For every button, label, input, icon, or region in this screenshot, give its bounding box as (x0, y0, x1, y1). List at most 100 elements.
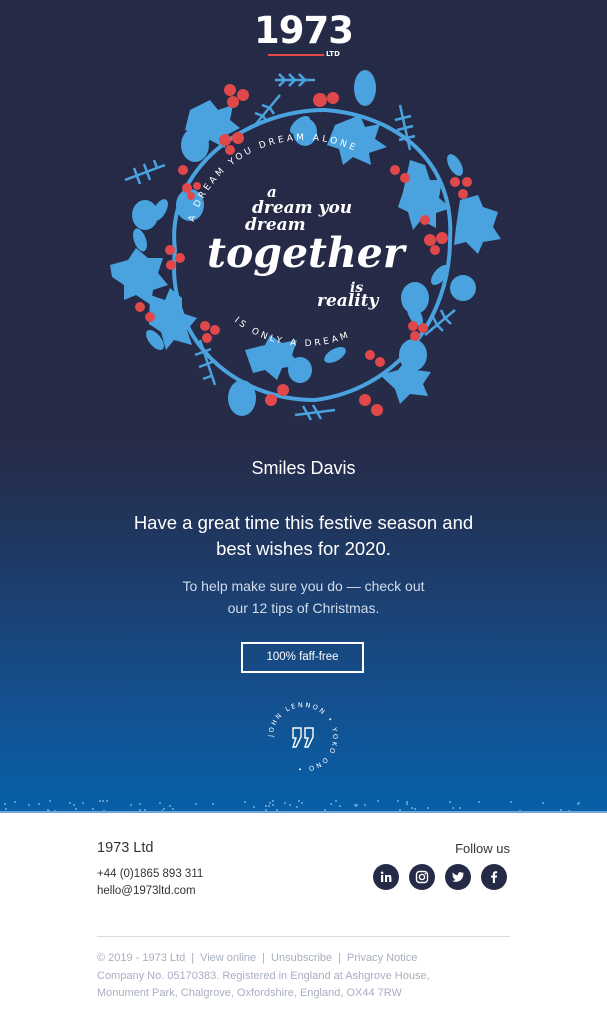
snow-speck (268, 805, 270, 807)
logo[interactable]: 1973 (0, 12, 607, 50)
snow-speck (92, 808, 94, 810)
snow-speck (103, 810, 105, 812)
snow-speck (272, 800, 274, 802)
legal-line-1: Company No. 05170383. Registered in Engl… (97, 969, 430, 982)
snow-speck (69, 802, 71, 804)
snow-speck (339, 805, 341, 807)
snow-speck (265, 809, 267, 811)
snow-speck (406, 803, 408, 805)
snow-speck (28, 804, 30, 806)
snow-speck (139, 803, 141, 805)
logo-suffix: LTD (326, 50, 340, 58)
snow-speck (244, 801, 246, 803)
cta-button[interactable]: 100% faff-free (241, 642, 364, 673)
snow-speck (399, 809, 401, 811)
snow-speck (427, 807, 429, 809)
snow-speck (577, 803, 579, 805)
snow-speck (335, 800, 337, 802)
unsubscribe-link[interactable]: Unsubscribe (271, 952, 332, 964)
snow-speck (99, 800, 101, 802)
snow-speck (298, 800, 300, 802)
ring-text-bottom: IS ONLY A DREAM (232, 316, 352, 349)
snow-speck (324, 809, 326, 811)
snow-speck (459, 807, 461, 809)
footer-phone-link[interactable]: +44 (0)1865 893 311 (97, 868, 203, 880)
instagram-icon (415, 870, 429, 884)
footer-email-link[interactable]: hello@1973ltd.com (97, 885, 196, 897)
snow-speck (5, 808, 7, 810)
snow-speck (364, 804, 366, 806)
snow-speck (139, 809, 141, 811)
follow-us-label: Follow us (455, 841, 510, 856)
snow-speck (355, 805, 357, 807)
snow-speck (82, 802, 84, 804)
snow-speck (449, 801, 451, 803)
snow-speck (4, 803, 6, 805)
quote-marks-icon (292, 727, 314, 748)
footer-links-row: © 2019 - 1973 Ltd | View online | Unsubscrib… (97, 950, 517, 968)
snow-speck (272, 804, 274, 806)
twitter-button[interactable] (445, 864, 471, 890)
snow-speck (269, 802, 271, 804)
snow-speck (560, 809, 562, 811)
quote-badge-text: JOHN LENNON • YOKO ONO • (267, 701, 339, 773)
headline-line-2: best wishes for 2020. (216, 538, 391, 559)
snow-speck (276, 809, 278, 811)
facebook-button[interactable] (481, 864, 507, 890)
snow-speck (161, 810, 163, 812)
footer-divider (97, 936, 510, 937)
logo-red-rule (268, 54, 324, 56)
snow-speck (510, 801, 512, 803)
snow-speck (159, 802, 161, 804)
snow-speck (169, 805, 171, 807)
snow-speck (38, 803, 40, 805)
instagram-button[interactable] (409, 864, 435, 890)
twitter-icon (452, 872, 464, 882)
logo-text: 1973 (254, 9, 354, 52)
snow-speck (397, 800, 399, 802)
view-online-link[interactable]: View online (200, 952, 256, 964)
snow-speck (75, 808, 77, 810)
snow-speck (102, 800, 104, 802)
svg-text:together: together (207, 229, 408, 277)
footer-company-name: 1973 Ltd (97, 840, 154, 856)
separator: | (262, 952, 266, 964)
snow-speck (163, 808, 165, 810)
script-quote: a dream you dream together is reality (207, 183, 408, 311)
snow-speck (296, 806, 298, 808)
facebook-icon (491, 871, 498, 883)
snow-speck (452, 807, 454, 809)
snow-speck (330, 803, 332, 805)
snow-speck (195, 803, 197, 805)
wreath-illustration: A DREAM YOU DREAM ALONE IS ONLY A DREAM … (95, 70, 515, 430)
snow-speck (284, 802, 286, 804)
snow-speck (377, 800, 379, 802)
privacy-notice-link[interactable]: Privacy Notice (347, 952, 417, 964)
snow-speck (144, 809, 146, 811)
snow-speck (414, 808, 416, 810)
snow-speck (411, 807, 413, 809)
separator: | (338, 952, 342, 964)
copyright-text: © 2019 - 1973 Ltd (97, 952, 186, 964)
footer: 1973 Ltd +44 (0)1865 893 311 hello@1973l… (0, 813, 607, 1024)
snow-speck (48, 810, 50, 812)
snow-speck (568, 810, 570, 812)
footer-legal: © 2019 - 1973 Ltd | View online | Unsubscrib… (97, 950, 517, 1003)
legal-line-2: Monument Park, Chalgrove, Oxfordshire, E… (97, 987, 402, 999)
svg-text:reality: reality (317, 291, 380, 311)
headline: Have a great time this festive season an… (0, 510, 607, 562)
snow-speck (54, 810, 56, 812)
snow-speck (14, 801, 16, 803)
subheadline-line-1: To help make sure you do — check out (182, 578, 425, 594)
headline-line-1: Have a great time this festive season an… (133, 512, 474, 533)
hero-section: 1973 LTD A DREAM YOU DREAM ALONE IS ONLY… (0, 0, 607, 813)
quote-badge[interactable]: JOHN LENNON • YOKO ONO • (263, 697, 343, 777)
snow-speck (49, 800, 51, 802)
logo-underline: LTD (268, 50, 343, 60)
linkedin-button[interactable] (373, 864, 399, 890)
linkedin-icon (380, 871, 392, 882)
subheadline: To help make sure you do — check out our… (0, 575, 607, 619)
snow-speck (130, 804, 132, 806)
snow-speck (301, 802, 303, 804)
snow-speck (542, 802, 544, 804)
